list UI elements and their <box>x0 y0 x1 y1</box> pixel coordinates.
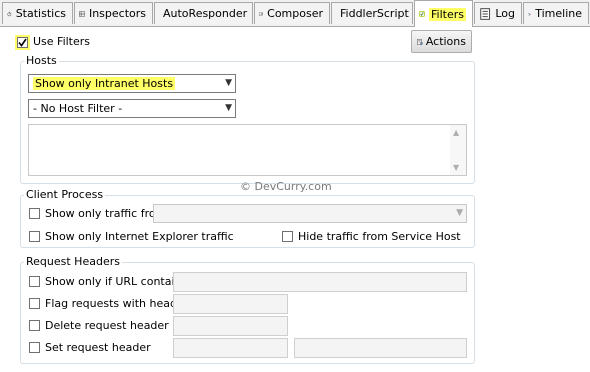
actions-page-icon <box>417 38 423 45</box>
set-header-value-input[interactable] <box>294 338 467 358</box>
use-filters-checkbox[interactable] <box>17 37 28 48</box>
flag-header-checkbox[interactable] <box>29 298 40 309</box>
tab-autoresponder[interactable]: AutoResponder <box>154 2 253 24</box>
host-filter-select-value: - No Host Filter - <box>33 102 123 115</box>
tab-statistics[interactable]: Statistics <box>2 2 73 24</box>
tab-label: Composer <box>267 7 323 20</box>
host-zone-select-value: Show only Intranet Hosts <box>33 77 176 90</box>
tab-label: AutoResponder <box>163 7 248 20</box>
scroll-down-icon: ▼ <box>453 163 460 172</box>
delete-header-checkbox[interactable] <box>29 320 40 331</box>
tab-label: Timeline <box>535 7 582 20</box>
tab-label: Inspectors <box>88 7 146 20</box>
hosts-group-title: Hosts <box>24 54 59 67</box>
delete-header-label: Delete request header <box>45 319 169 332</box>
scroll-up-icon: ▲ <box>453 128 460 137</box>
traffic-from-select[interactable]: ▼ <box>153 204 467 223</box>
actions-button-label: Actions <box>425 35 466 48</box>
timeline-bars-icon <box>528 12 531 15</box>
tab-strip: Statistics Inspectors AutoResponder Comp… <box>0 0 590 27</box>
tab-log[interactable]: Log <box>474 2 522 24</box>
host-list-scrollbar[interactable]: ▲ ▼ <box>450 125 466 175</box>
stopwatch-icon <box>7 11 12 16</box>
tab-label: FiddlerScript <box>340 7 409 20</box>
inspector-grid-icon <box>79 10 85 17</box>
host-filter-select[interactable]: - No Host Filter - ▼ <box>28 99 236 118</box>
host-list-textarea[interactable]: ▲ ▼ <box>28 124 467 176</box>
tab-composer[interactable]: Composer <box>254 2 330 24</box>
chevron-down-icon: ▼ <box>225 78 232 88</box>
watermark: © DevCurry.com <box>240 180 332 193</box>
ie-traffic-label: Show only Internet Explorer traffic <box>45 230 234 243</box>
pencil-icon <box>259 11 264 16</box>
url-contains-checkbox[interactable] <box>29 276 40 287</box>
client-process-group-title: Client Process <box>24 188 106 201</box>
tab-fiddlerscript[interactable]: JS FiddlerScript <box>331 2 413 24</box>
url-contains-label: Show only if URL contains <box>45 275 188 288</box>
delete-header-input[interactable] <box>173 316 288 336</box>
log-page-icon <box>480 7 491 20</box>
use-filters-label: Use Filters <box>33 35 91 48</box>
flag-header-input[interactable] <box>173 294 288 314</box>
hide-service-host-label: Hide traffic from Service Host <box>298 230 461 243</box>
set-header-label: Set request header <box>45 341 151 354</box>
tab-label: Filters <box>429 7 466 21</box>
hide-service-host-checkbox[interactable] <box>282 231 293 242</box>
chevron-down-icon: ▼ <box>225 103 232 113</box>
tab-timeline[interactable]: Timeline <box>523 2 589 24</box>
tab-label: Statistics <box>15 7 66 20</box>
url-contains-input[interactable] <box>173 272 467 292</box>
checkmark-icon <box>18 38 27 47</box>
checkbox-icon <box>419 10 426 18</box>
ie-traffic-checkbox[interactable] <box>29 231 40 242</box>
tab-filters[interactable]: Filters <box>414 0 473 27</box>
request-headers-group-title: Request Headers <box>24 255 122 268</box>
host-zone-select[interactable]: Show only Intranet Hosts ▼ <box>28 74 236 93</box>
actions-button[interactable]: Actions <box>411 30 472 53</box>
traffic-from-checkbox[interactable] <box>29 208 40 219</box>
traffic-from-label: Show only traffic from <box>45 207 167 220</box>
set-header-name-input[interactable] <box>173 338 288 358</box>
tab-inspectors[interactable]: Inspectors <box>74 2 153 24</box>
flag-header-label: Flag requests with header <box>45 297 189 310</box>
tab-label: Log <box>495 7 515 20</box>
chevron-down-icon: ▼ <box>456 208 463 218</box>
set-header-checkbox[interactable] <box>29 342 40 353</box>
